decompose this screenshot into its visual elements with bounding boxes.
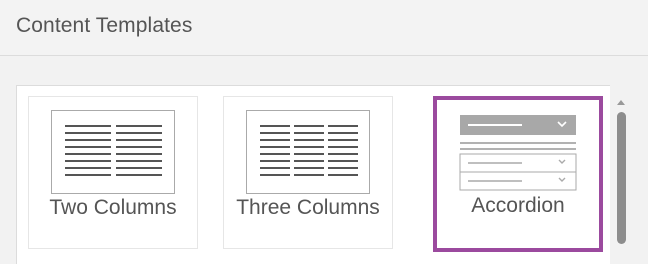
panel-header: Content Templates bbox=[0, 0, 648, 56]
scrollbar-thumb[interactable] bbox=[617, 112, 626, 244]
panel-title: Content Templates bbox=[16, 14, 193, 37]
template-card-two-columns[interactable]: Two Columns bbox=[28, 96, 198, 249]
template-label: Three Columns bbox=[236, 196, 380, 219]
template-label: Two Columns bbox=[49, 196, 177, 219]
two-columns-icon bbox=[51, 110, 175, 194]
accordion-icon bbox=[456, 111, 580, 195]
template-card-three-columns[interactable]: Three Columns bbox=[223, 96, 393, 249]
template-label: Accordion bbox=[471, 194, 565, 217]
template-card-accordion[interactable]: Accordion bbox=[433, 96, 603, 252]
three-columns-icon bbox=[246, 110, 370, 194]
scroll-up-arrow-icon[interactable] bbox=[614, 94, 628, 105]
